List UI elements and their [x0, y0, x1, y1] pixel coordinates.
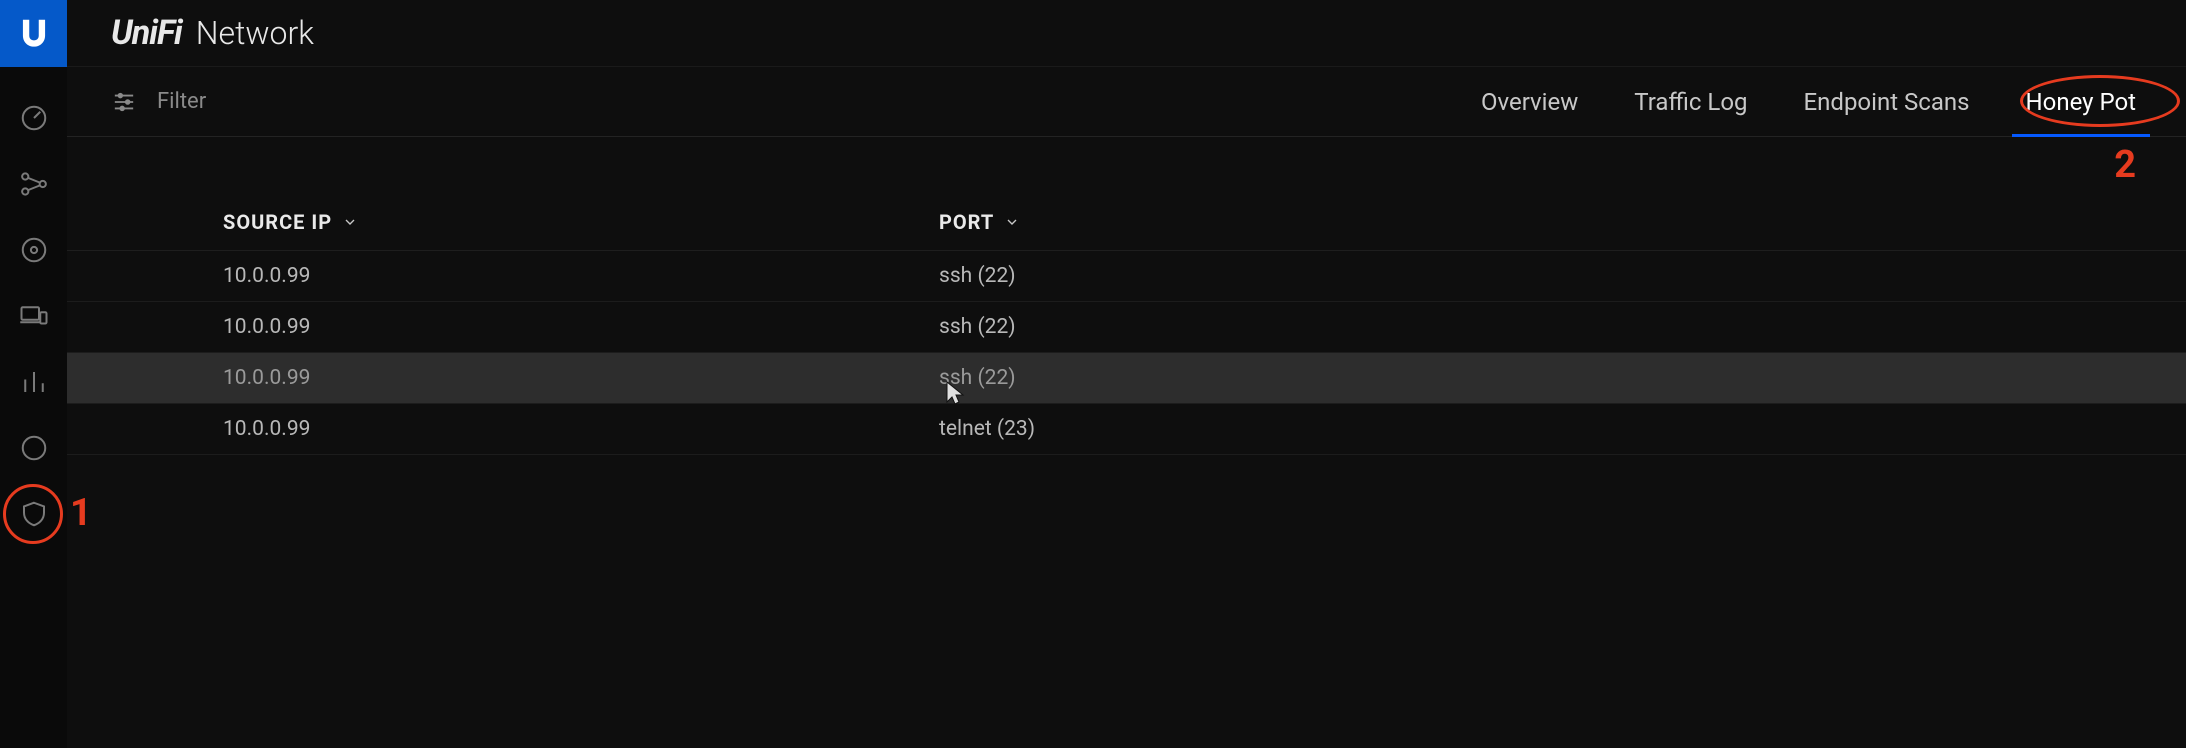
- sidebar-item-topology[interactable]: [0, 151, 67, 217]
- chevron-down-icon: [1004, 214, 1020, 230]
- table-body: 10.0.0.99 ssh (22) 10.0.0.99 ssh (22) 10…: [67, 251, 2186, 455]
- bars-icon: [19, 367, 49, 397]
- column-label: SOURCE IP: [223, 210, 332, 234]
- cell-port: telnet (23): [939, 417, 2186, 441]
- table-row[interactable]: 10.0.0.99 telnet (23): [67, 404, 2186, 455]
- cell-source-ip: 10.0.0.99: [223, 417, 939, 441]
- table-header: SOURCE IP PORT: [67, 193, 2186, 251]
- sidebar-item-security[interactable]: 1: [0, 481, 67, 547]
- shield-icon: [19, 499, 49, 529]
- circle-dot-icon: [19, 235, 49, 265]
- toolbar: Filter Overview Traffic Log Endpoint Sca…: [67, 67, 2186, 137]
- main: UniFi Network Filter Overview Traffic Lo…: [67, 0, 2186, 748]
- annotation-number-2: 2: [2114, 143, 2136, 187]
- header: UniFi Network: [67, 0, 2186, 67]
- brand-product: Network: [196, 14, 314, 52]
- filter-button[interactable]: Filter: [111, 89, 206, 114]
- cell-source-ip: 10.0.0.99: [223, 366, 939, 390]
- brand-logo[interactable]: [0, 0, 67, 67]
- sliders-icon: [111, 91, 137, 113]
- tab-endpoint-scans[interactable]: Endpoint Scans: [1804, 67, 1970, 136]
- content: SOURCE IP PORT 10.0.0.99 ssh (22) 10.0.0…: [67, 137, 2186, 748]
- tab-traffic-log[interactable]: Traffic Log: [1634, 67, 1747, 136]
- cell-source-ip: 10.0.0.99: [223, 264, 939, 288]
- table-row[interactable]: 10.0.0.99 ssh (22): [67, 353, 2186, 404]
- globe-icon: [19, 433, 49, 463]
- column-header-port[interactable]: PORT: [939, 210, 2186, 234]
- cell-port: ssh (22): [939, 315, 2186, 339]
- sidebar-item-dashboard[interactable]: [0, 85, 67, 151]
- filter-label: Filter: [157, 89, 206, 114]
- column-label: PORT: [939, 210, 994, 234]
- cell-source-ip: 10.0.0.99: [223, 315, 939, 339]
- brand: UniFi Network: [111, 13, 314, 53]
- tab-honey-pot[interactable]: Honey Pot: [2026, 67, 2136, 136]
- gauge-icon: [19, 103, 49, 133]
- sidebar-item-statistics[interactable]: [0, 349, 67, 415]
- cell-port: ssh (22): [939, 264, 2186, 288]
- table-row[interactable]: 10.0.0.99 ssh (22): [67, 302, 2186, 353]
- table-row[interactable]: 10.0.0.99 ssh (22): [67, 251, 2186, 302]
- sidebar-item-devices[interactable]: [0, 217, 67, 283]
- unifi-u-icon: [15, 15, 53, 53]
- chevron-down-icon: [342, 214, 358, 230]
- network-icon: [19, 169, 49, 199]
- sidebar: 1: [0, 0, 67, 748]
- sidebar-item-clients[interactable]: [0, 283, 67, 349]
- cell-port: ssh (22): [939, 366, 2186, 390]
- tab-overview[interactable]: Overview: [1481, 67, 1578, 136]
- tabs: Overview Traffic Log Endpoint Scans Hone…: [1481, 67, 2146, 136]
- laptop-mobile-icon: [19, 301, 49, 331]
- sidebar-item-wifi[interactable]: [0, 415, 67, 481]
- column-header-source-ip[interactable]: SOURCE IP: [223, 210, 939, 234]
- brand-name: UniFi: [111, 13, 182, 53]
